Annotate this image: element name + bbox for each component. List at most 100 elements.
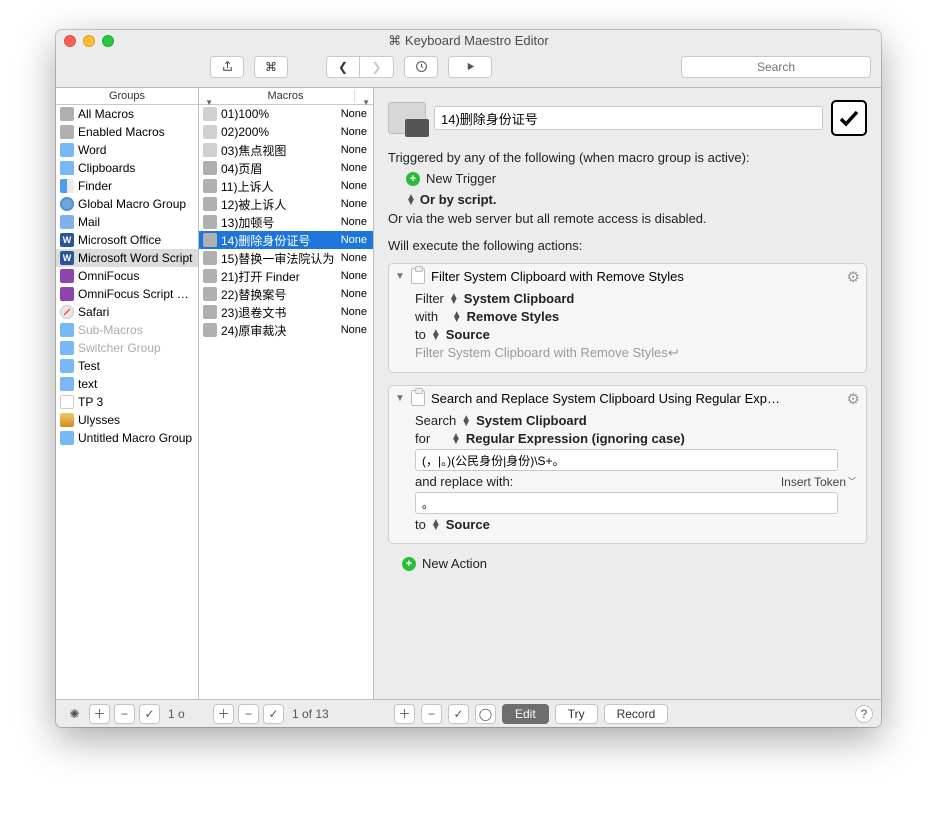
search-input[interactable] xyxy=(688,60,864,74)
run-button[interactable] xyxy=(448,56,492,78)
insert-token-button[interactable]: Insert Token﹀ xyxy=(781,475,856,489)
command-button[interactable]: ⌘ xyxy=(254,56,288,78)
disclosure-icon[interactable]: ▼ xyxy=(395,393,405,404)
group-item[interactable]: Finder xyxy=(56,177,198,195)
macro-item[interactable]: 04)页眉None xyxy=(199,159,373,177)
macro-item[interactable]: 01)100%None xyxy=(199,105,373,123)
group-item[interactable]: Global Macro Group xyxy=(56,195,198,213)
group-label: Mail xyxy=(78,215,194,229)
filter-label: Filter xyxy=(415,291,444,306)
action-filter-clipboard[interactable]: ⚙ ▼ Filter System Clipboard with Remove … xyxy=(388,263,867,373)
disclosure-icon[interactable]: ▼ xyxy=(395,271,405,282)
add-trigger-icon[interactable]: + xyxy=(406,172,420,186)
group-item[interactable]: Sub-Macros xyxy=(56,321,198,339)
group-item[interactable]: text xyxy=(56,375,198,393)
record-button[interactable]: Record xyxy=(604,704,669,724)
minimize-window-button[interactable] xyxy=(83,35,95,47)
group-item[interactable]: Switcher Group xyxy=(56,339,198,357)
macro-label: 02)200% xyxy=(221,125,337,139)
macro-item[interactable]: 24)原审裁决None xyxy=(199,321,373,339)
action-gear-icon[interactable]: ⚙ xyxy=(847,390,860,408)
action-add-button[interactable]: ＋ xyxy=(394,704,415,724)
help-button[interactable]: ? xyxy=(855,705,873,723)
or-by-script-label[interactable]: Or by script. xyxy=(420,192,497,207)
macro-item[interactable]: 22)替换案号None xyxy=(199,285,373,303)
add-trigger-label[interactable]: New Trigger xyxy=(426,171,496,186)
macro-item[interactable]: 11)上诉人None xyxy=(199,177,373,195)
group-item[interactable]: Untitled Macro Group xyxy=(56,429,198,447)
actions-header: Will execute the following actions: xyxy=(388,238,867,253)
to-value[interactable]: Source xyxy=(446,327,490,342)
regex-field[interactable] xyxy=(415,449,838,471)
group-item[interactable]: Clipboards xyxy=(56,159,198,177)
group-item[interactable]: Test xyxy=(56,357,198,375)
group-item[interactable]: All Macros xyxy=(56,105,198,123)
macro-trigger: None xyxy=(341,324,369,336)
macros-enable-button[interactable]: ✓ xyxy=(263,704,284,724)
search-field[interactable] xyxy=(681,56,871,78)
macro-name-field[interactable] xyxy=(434,106,823,130)
macro-icon[interactable] xyxy=(388,102,426,134)
add-action-label[interactable]: New Action xyxy=(422,556,487,571)
globe-icon xyxy=(60,197,74,211)
group-item[interactable]: Microsoft Word Script xyxy=(56,249,198,267)
groups-list[interactable]: All Macros Enabled Macros WordClipboardsFi… xyxy=(56,105,198,699)
macro-item[interactable]: 02)200%None xyxy=(199,123,373,141)
groups-remove-button[interactable]: − xyxy=(114,704,135,724)
script-icon xyxy=(203,125,217,139)
share-button[interactable] xyxy=(210,56,244,78)
group-item[interactable]: Ulysses xyxy=(56,411,198,429)
to2-value-stepper[interactable]: ▲▼ xyxy=(431,520,441,530)
for-mode[interactable]: Regular Expression (ignoring case) xyxy=(466,431,685,446)
group-item[interactable]: Safari xyxy=(56,303,198,321)
to-value-stepper[interactable]: ▲▼ xyxy=(431,330,441,340)
replace-field[interactable] xyxy=(415,492,838,514)
group-item[interactable]: Enabled Macros xyxy=(56,123,198,141)
groups-add-button[interactable]: ＋ xyxy=(89,704,110,724)
group-item[interactable]: OmniFocus Script Pa… xyxy=(56,285,198,303)
edit-button[interactable]: Edit xyxy=(502,704,549,724)
macro-item[interactable]: 03)焦点视图None xyxy=(199,141,373,159)
action-gear-icon[interactable]: ⚙ xyxy=(847,268,860,286)
macro-item[interactable]: 13)加顿号None xyxy=(199,213,373,231)
macros-add-button[interactable]: ＋ xyxy=(213,704,234,724)
groups-header[interactable]: Groups xyxy=(56,90,198,102)
macro-item[interactable]: 12)被上诉人None xyxy=(199,195,373,213)
action-search-replace[interactable]: ⚙ ▼ Search and Replace System Clipboard … xyxy=(388,385,867,544)
group-item[interactable]: Microsoft Office xyxy=(56,231,198,249)
action-enable-button[interactable]: ✓ xyxy=(448,704,469,724)
add-action-icon[interactable]: + xyxy=(402,557,416,571)
group-label: Enabled Macros xyxy=(78,125,194,139)
for-mode-stepper[interactable]: ▲▼ xyxy=(451,434,461,444)
groups-enable-button[interactable]: ✓ xyxy=(139,704,160,724)
group-item[interactable]: OmniFocus xyxy=(56,267,198,285)
group-item[interactable]: Word xyxy=(56,141,198,159)
search-target-stepper[interactable]: ▲▼ xyxy=(461,416,471,426)
macros-list[interactable]: 01)100%None02)200%None03)焦点视图None04)页眉No… xyxy=(199,105,373,699)
macros-header[interactable]: Macros xyxy=(217,90,355,102)
close-window-button[interactable] xyxy=(64,35,76,47)
filter-target-stepper[interactable]: ▲▼ xyxy=(449,294,459,304)
filter-target[interactable]: System Clipboard xyxy=(464,291,575,306)
zoom-window-button[interactable] xyxy=(102,35,114,47)
with-value[interactable]: Remove Styles xyxy=(467,309,560,324)
group-item[interactable]: TP 3 xyxy=(56,393,198,411)
action-try-button[interactable]: ◯ xyxy=(475,704,496,724)
with-value-stepper[interactable]: ▲▼ xyxy=(452,312,462,322)
back-button[interactable]: ❮ xyxy=(326,56,360,78)
groups-gear-button[interactable]: ✺ xyxy=(64,704,85,724)
macro-enabled-checkbox[interactable] xyxy=(831,100,867,136)
action-remove-button[interactable]: − xyxy=(421,704,442,724)
forward-button[interactable]: ❯ xyxy=(360,56,394,78)
to2-value[interactable]: Source xyxy=(446,517,490,532)
macro-item[interactable]: 23)退卷文书None xyxy=(199,303,373,321)
group-item[interactable]: Mail xyxy=(56,213,198,231)
recent-button[interactable] xyxy=(404,56,438,78)
macro-item[interactable]: 21)打开 FinderNone xyxy=(199,267,373,285)
script-stepper-icon[interactable]: ▲▼ xyxy=(406,195,416,205)
macros-remove-button[interactable]: − xyxy=(238,704,259,724)
try-button[interactable]: Try xyxy=(555,704,598,724)
search-target[interactable]: System Clipboard xyxy=(476,413,587,428)
macro-item[interactable]: 15)替换一审法院认为None xyxy=(199,249,373,267)
macro-item[interactable]: 14)删除身份证号None xyxy=(199,231,373,249)
